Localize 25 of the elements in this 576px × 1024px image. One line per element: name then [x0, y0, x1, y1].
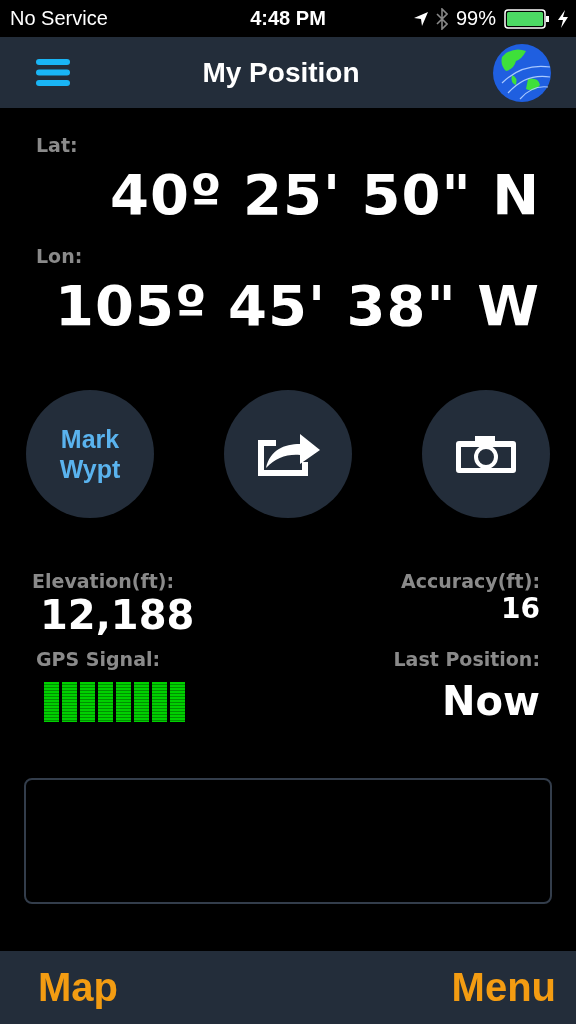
battery-icon: [504, 8, 550, 29]
longitude-value: 105º 45' 38" W: [54, 273, 540, 338]
menu-button[interactable]: Menu: [451, 965, 556, 1010]
last-position-label: Last Position:: [393, 648, 540, 670]
carrier-text: No Service: [10, 7, 108, 30]
accuracy-label: Accuracy(ft):: [401, 570, 540, 592]
latitude-label: Lat:: [36, 134, 78, 156]
globe-icon[interactable]: [492, 42, 552, 103]
accuracy-value: 16: [501, 592, 540, 625]
screen-title: My Position: [202, 56, 360, 89]
camera-icon: [455, 434, 517, 474]
gps-signal-label: GPS Signal:: [36, 648, 161, 670]
latitude-value: 40º 25' 50" N: [108, 162, 540, 227]
mark-waypoint-button[interactable]: Mark Wypt: [26, 390, 154, 518]
bluetooth-icon: [435, 7, 448, 30]
charging-bolt-icon: [558, 9, 568, 28]
elevation-value: 12,188: [40, 592, 195, 638]
longitude-label: Lon:: [36, 245, 83, 267]
battery-percent: 99%: [455, 7, 496, 30]
clock-time: 4:48 PM: [250, 7, 326, 29]
menu-icon[interactable]: [36, 59, 70, 86]
elevation-label: Elevation(ft):: [32, 570, 175, 592]
map-button[interactable]: Map: [38, 965, 118, 1010]
last-position-value: Now: [442, 678, 540, 724]
location-arrow-icon: [413, 11, 428, 26]
